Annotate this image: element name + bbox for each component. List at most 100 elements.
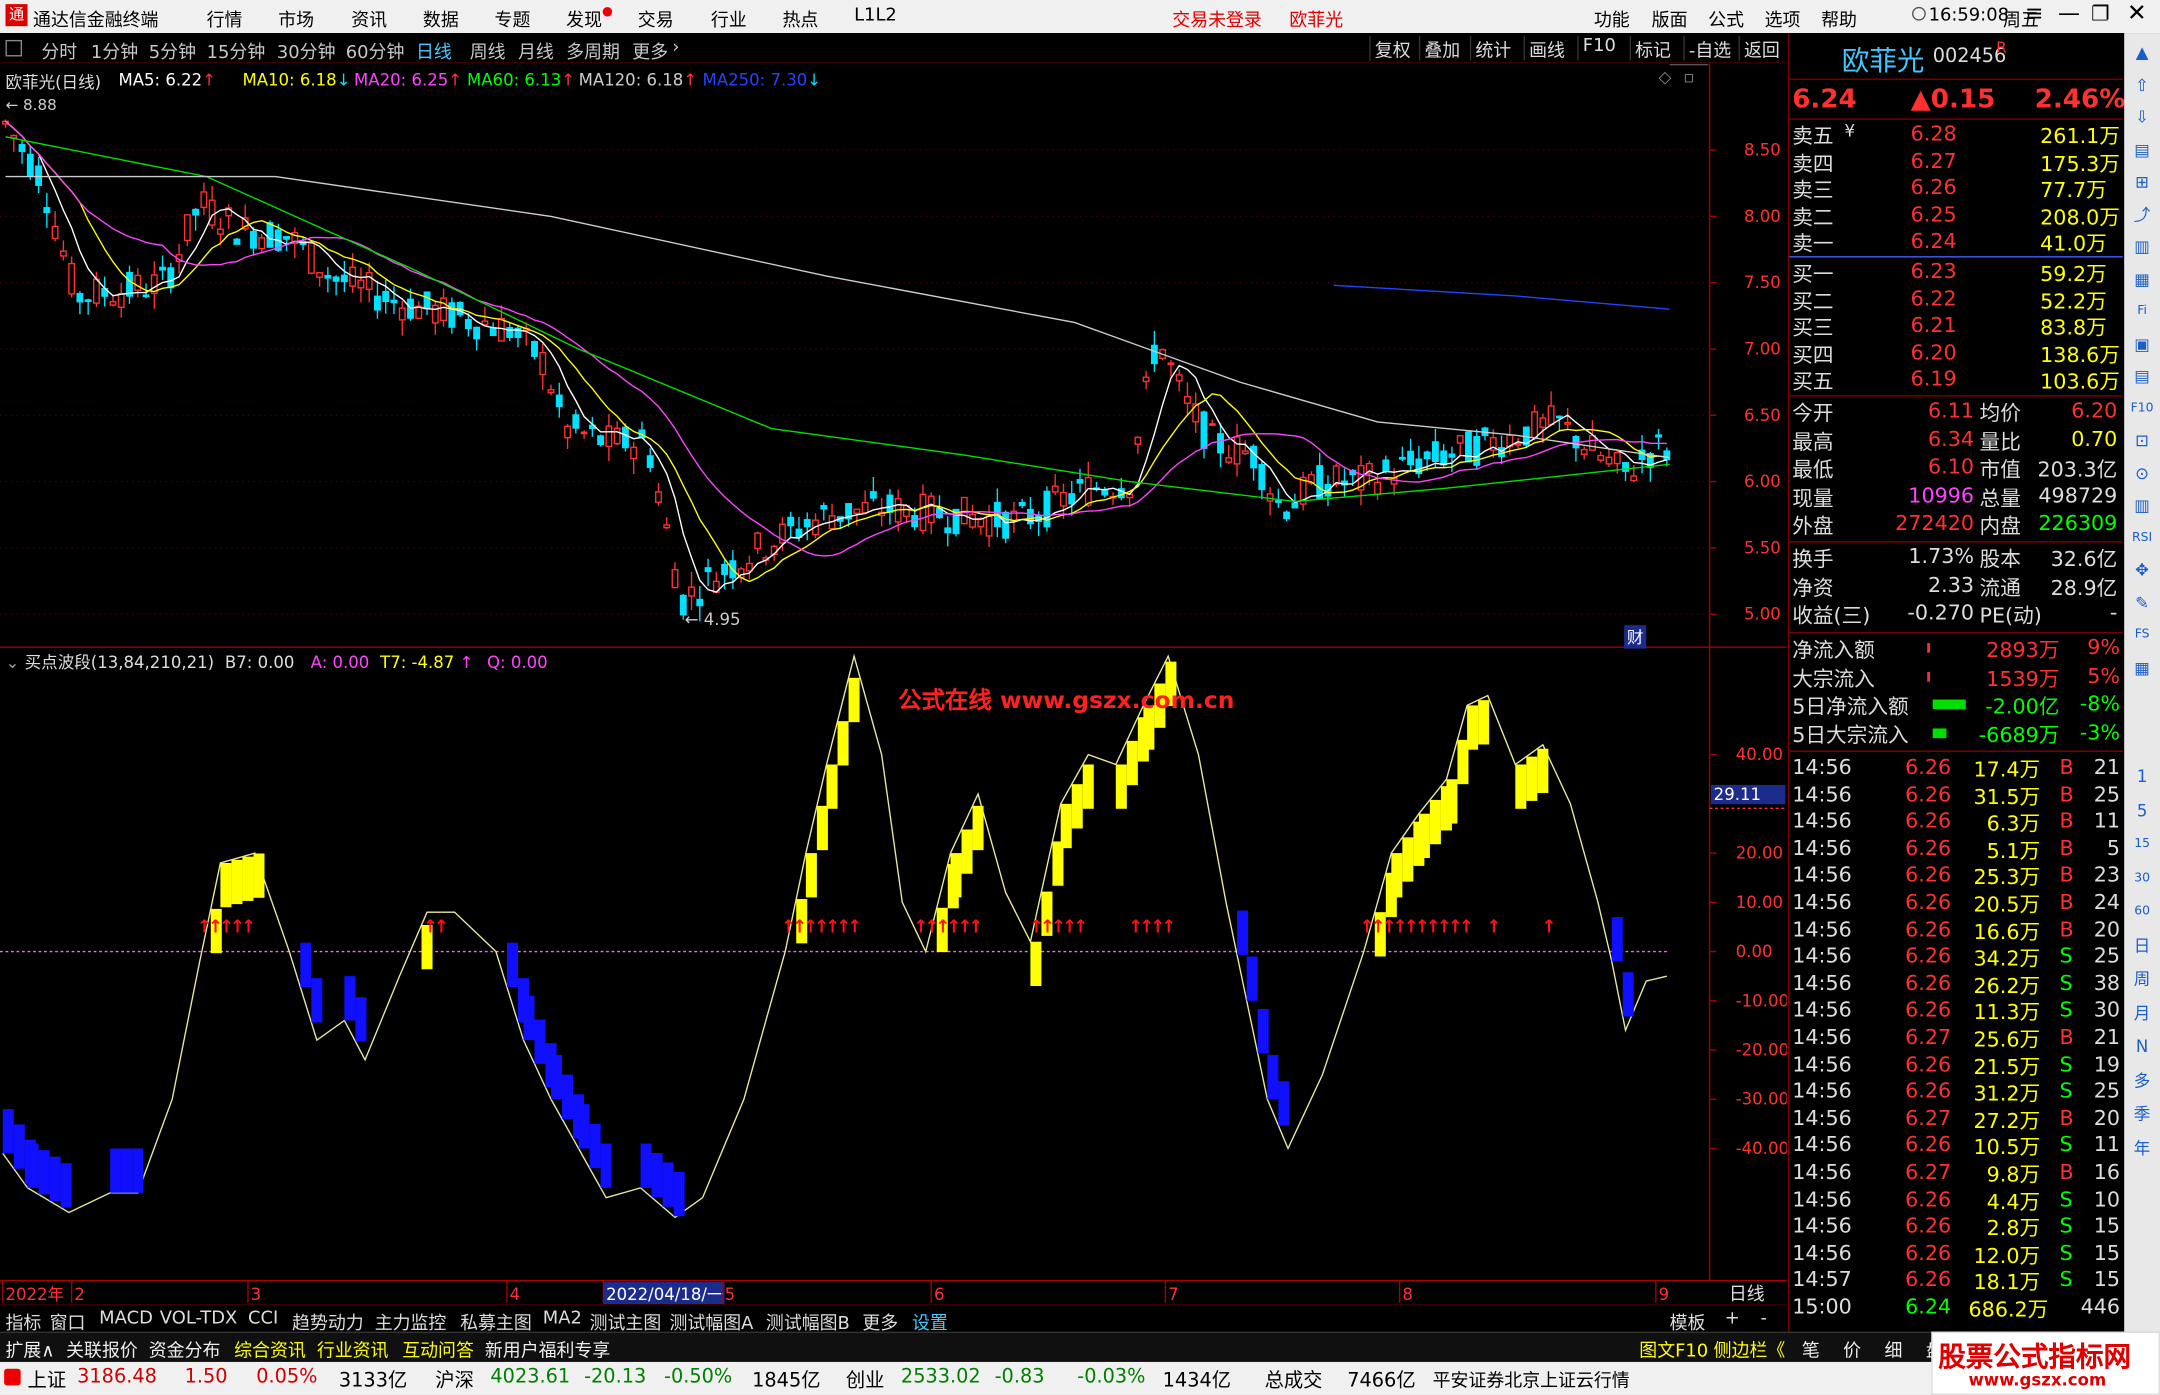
chart-tool-6[interactable]: 标记 — [1629, 35, 1675, 62]
indicator-tab-4[interactable]: VOL-TDX — [160, 1308, 238, 1329]
side-tool-icon[interactable]: ▤ — [2128, 362, 2156, 390]
menu-7[interactable]: 交易 — [638, 6, 674, 32]
indicator-tab-8[interactable]: 私募主图 — [460, 1308, 532, 1335]
chart-tool-7[interactable]: -自选 — [1683, 35, 1735, 62]
menu-5[interactable]: 专题 — [495, 6, 531, 32]
period-tab-2[interactable]: 1分钟 — [91, 37, 138, 64]
period-tab-1[interactable]: 分时 — [41, 37, 77, 64]
side-tool-icon[interactable]: ⊞ — [2128, 168, 2156, 196]
info-tab-5[interactable]: 行业资讯 — [317, 1336, 389, 1362]
index-name[interactable]: 沪深 — [435, 1366, 474, 1394]
side-tab-2[interactable]: 侧边栏《 — [1714, 1336, 1786, 1362]
period-tab-7[interactable]: 日线 — [416, 37, 452, 64]
menu-8[interactable]: 行业 — [711, 6, 747, 32]
side-tab-5[interactable]: 细 — [1884, 1336, 1902, 1362]
side-tool-icon[interactable]: RSI — [2128, 524, 2156, 552]
indicator-tab-7[interactable]: 主力监控 — [375, 1308, 447, 1335]
restore-icon[interactable]: ❐ — [2091, 1, 2110, 26]
period-tab-6[interactable]: 60分钟 — [346, 37, 405, 64]
menu-10[interactable]: L1L2 — [854, 6, 897, 27]
side-tool-icon[interactable]: ✎ — [2128, 589, 2156, 617]
kline-chart[interactable]: 8.508.007.507.006.506.005.505.0040.0020.… — [0, 63, 1787, 1304]
side-tool-icon[interactable]: ▣ — [2128, 330, 2156, 358]
chart-tool-1[interactable]: 复权 — [1369, 35, 1414, 62]
side-tool-icon[interactable]: 60 — [2128, 898, 2156, 926]
indicator-tab-3[interactable]: MACD — [99, 1308, 153, 1329]
side-tool-icon[interactable]: ⇧ — [2128, 71, 2156, 99]
indicator-tab-13[interactable]: 更多 — [862, 1308, 898, 1335]
indicator-tab-2[interactable]: 窗口 — [50, 1308, 86, 1335]
info-tab-2[interactable]: 关联报价 — [66, 1336, 138, 1362]
indicator-tab-14[interactable]: 设置 — [912, 1308, 948, 1335]
info-tab-4[interactable]: 综合资讯 — [234, 1336, 306, 1362]
index-name[interactable]: 创业 — [846, 1366, 885, 1394]
side-tool-icon[interactable]: ▦ — [2128, 265, 2156, 293]
period-tab-11[interactable]: 更多 — [632, 37, 668, 64]
indicator-tab-12[interactable]: 测试幅图B — [766, 1308, 850, 1335]
template-control-1[interactable]: 模板 — [1670, 1308, 1706, 1335]
indicator-tab-10[interactable]: 测试主图 — [590, 1308, 662, 1335]
info-tab-1[interactable]: 扩展∧ — [6, 1336, 55, 1362]
menu-2[interactable]: 市场 — [278, 6, 314, 32]
side-tool-icon[interactable]: 5 — [2128, 797, 2156, 825]
finance-marker[interactable]: 财 — [1624, 625, 1647, 649]
period-tab-10[interactable]: 多周期 — [566, 37, 620, 64]
chart-tool-4[interactable]: 画线 — [1523, 35, 1569, 62]
right-menu-1[interactable]: 功能 — [1594, 6, 1630, 32]
chart-tool-8[interactable]: 返回 — [1738, 35, 1783, 62]
template-control-2[interactable]: + — [1725, 1308, 1740, 1329]
info-tab-7[interactable]: 新用户福利专享 — [485, 1336, 610, 1362]
indicator-tab-1[interactable]: 指标 — [6, 1308, 42, 1335]
side-tab-4[interactable]: 价 — [1843, 1336, 1861, 1362]
menu-icon[interactable]: ≡ — [2025, 0, 2043, 26]
period-tab-9[interactable]: 月线 — [518, 37, 554, 64]
collapse-icon[interactable]: ⌄ — [6, 653, 20, 672]
side-tool-icon[interactable]: 15 — [2128, 830, 2156, 858]
side-tool-icon[interactable]: 30 — [2128, 864, 2156, 892]
indicator-tab-6[interactable]: 趋势动力 — [292, 1308, 364, 1335]
menu-3[interactable]: 资讯 — [351, 6, 387, 32]
period-tab-4[interactable]: 15分钟 — [207, 37, 266, 64]
right-menu-2[interactable]: 版面 — [1652, 6, 1688, 32]
side-tool-icon[interactable]: 多 — [2128, 1067, 2156, 1095]
side-tool-icon[interactable]: ⊡ — [2128, 427, 2156, 455]
side-tab-1[interactable]: 图文F10 — [1639, 1336, 1708, 1362]
side-tool-icon[interactable]: F10 — [2128, 395, 2156, 423]
side-tool-icon[interactable]: ⊙ — [2128, 459, 2156, 487]
side-tool-icon[interactable]: ▥ — [2128, 492, 2156, 520]
side-tool-icon[interactable]: Fi — [2128, 297, 2156, 325]
right-menu-4[interactable]: 选项 — [1765, 6, 1801, 32]
more-arrow-icon[interactable]: › — [672, 37, 679, 58]
side-tool-icon[interactable]: N — [2128, 1033, 2156, 1061]
minimize-icon[interactable]: — — [2058, 0, 2080, 26]
indicator-tab-9[interactable]: MA2 — [543, 1308, 582, 1329]
side-tool-icon[interactable]: 季 — [2128, 1100, 2156, 1128]
period-tab-3[interactable]: 5分钟 — [149, 37, 196, 64]
right-menu-3[interactable]: 公式 — [1708, 6, 1744, 32]
side-tool-icon[interactable]: ▤ — [2128, 136, 2156, 164]
side-tool-icon[interactable]: ▥ — [2128, 233, 2156, 261]
indicator-tab-5[interactable]: CCI — [248, 1308, 278, 1329]
side-tool-icon[interactable]: ▲ — [2128, 39, 2156, 67]
period-tab-8[interactable]: 周线 — [470, 37, 506, 64]
right-menu-5[interactable]: 帮助 — [1821, 6, 1857, 32]
template-control-3[interactable]: - — [1761, 1308, 1767, 1329]
trade-status[interactable]: 交易未登录 — [1172, 6, 1262, 32]
side-tab-3[interactable]: 笔 — [1802, 1336, 1820, 1362]
menu-1[interactable]: 行情 — [207, 6, 243, 32]
close-icon[interactable]: ✕ — [2127, 0, 2147, 28]
side-tool-icon[interactable]: 月 — [2128, 999, 2156, 1027]
info-tab-6[interactable]: 互动问答 — [402, 1336, 474, 1362]
menu-6[interactable]: 发现● — [566, 6, 613, 32]
index-name[interactable]: 上证 — [28, 1366, 67, 1394]
period-tab-5[interactable]: 30分钟 — [277, 37, 336, 64]
side-tool-icon[interactable]: ✥ — [2128, 556, 2156, 584]
info-tab-3[interactable]: 资金分布 — [149, 1336, 221, 1362]
chart-tool-3[interactable]: 统计 — [1469, 35, 1515, 62]
side-tool-icon[interactable]: 周 — [2128, 965, 2156, 993]
side-tool-icon[interactable]: ▦ — [2128, 653, 2156, 681]
side-tool-icon[interactable]: 年 — [2128, 1134, 2156, 1162]
chart-tool-5[interactable]: F10 — [1577, 35, 1620, 61]
menu-4[interactable]: 数据 — [423, 6, 459, 32]
side-tool-icon[interactable]: 日 — [2128, 932, 2156, 960]
